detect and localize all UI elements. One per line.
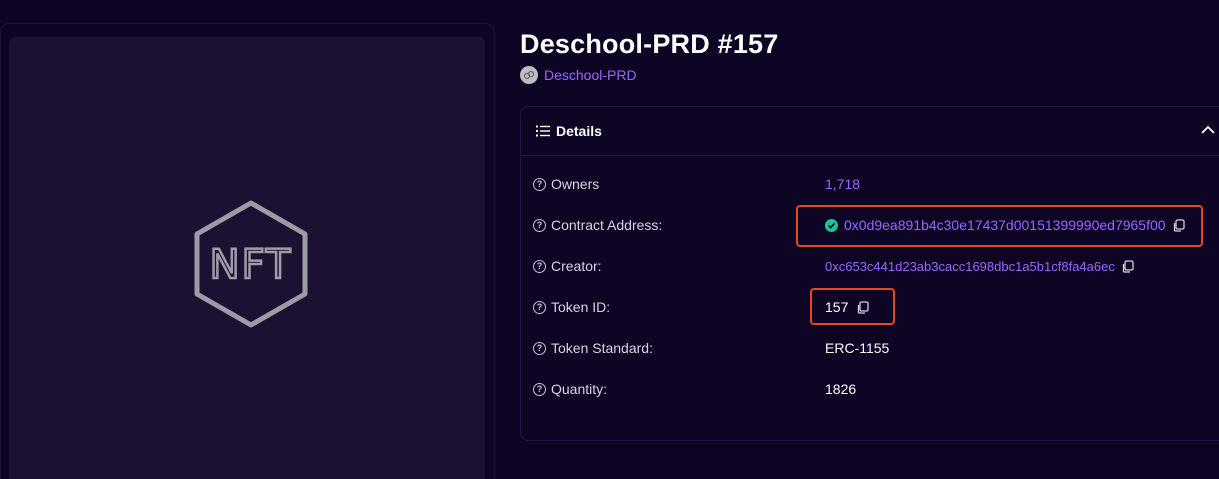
token-id-row: ? Token ID: 157 — [533, 297, 1213, 317]
contract-address-value[interactable]: 0x0d9ea891b4c30e17437d00151399990ed7965f… — [844, 217, 1166, 233]
nft-title: Deschool-PRD #157 — [520, 29, 779, 59]
details-title: Details — [556, 123, 602, 139]
creator-value[interactable]: 0xc653c441d23ab3cacc1698dbc1a5b1cf8fa4a6… — [825, 259, 1115, 274]
nft-image-placeholder[interactable]: NFT — [9, 37, 485, 479]
help-icon[interactable]: ? — [533, 300, 546, 314]
creator-row: ? Creator: 0xc653c441d23ab3cacc1698dbc1a… — [533, 256, 1213, 276]
row-label: Owners — [551, 176, 600, 192]
help-icon[interactable]: ? — [533, 218, 546, 232]
nft-media-panel: NFT — [0, 23, 495, 479]
token-standard-value: ERC-1155 — [825, 340, 890, 356]
verified-check-icon — [825, 218, 838, 232]
row-label: Quantity: — [551, 381, 608, 397]
contract-address-row: ? Contract Address: 0x0d9ea891b4c30e1743… — [533, 215, 1213, 235]
owners-value[interactable]: 1,718 — [825, 176, 860, 192]
copy-icon[interactable] — [856, 300, 870, 314]
copy-icon[interactable] — [1121, 259, 1134, 273]
quantity-value: 1826 — [825, 381, 857, 397]
details-card: Details ? Owners 1,718 ? Contract Addres… — [520, 106, 1219, 441]
help-icon[interactable]: ? — [533, 341, 546, 355]
collection-link[interactable]: Deschool-PRD — [520, 66, 637, 84]
owners-row: ? Owners 1,718 — [533, 174, 1213, 194]
token-standard-row: ? Token Standard: ERC-1155 — [533, 338, 1213, 358]
copy-icon[interactable] — [1172, 218, 1185, 232]
row-label: Contract Address: — [551, 217, 663, 233]
help-icon[interactable]: ? — [533, 177, 546, 191]
collection-name[interactable]: Deschool-PRD — [544, 67, 637, 83]
row-label: Creator: — [551, 258, 602, 274]
list-icon — [536, 125, 550, 137]
nft-hexagon-icon: NFT — [194, 200, 308, 328]
svg-text:NFT: NFT — [210, 242, 293, 288]
chevron-up-icon[interactable] — [1201, 125, 1215, 134]
row-label: Token Standard: — [551, 340, 653, 356]
details-header[interactable]: Details — [521, 107, 1219, 156]
collection-avatar — [520, 66, 538, 84]
help-icon[interactable]: ? — [533, 259, 546, 273]
help-icon[interactable]: ? — [533, 382, 546, 396]
quantity-row: ? Quantity: 1826 — [533, 379, 1213, 399]
row-label: Token ID: — [551, 299, 611, 315]
token-id-value: 157 — [825, 299, 849, 315]
